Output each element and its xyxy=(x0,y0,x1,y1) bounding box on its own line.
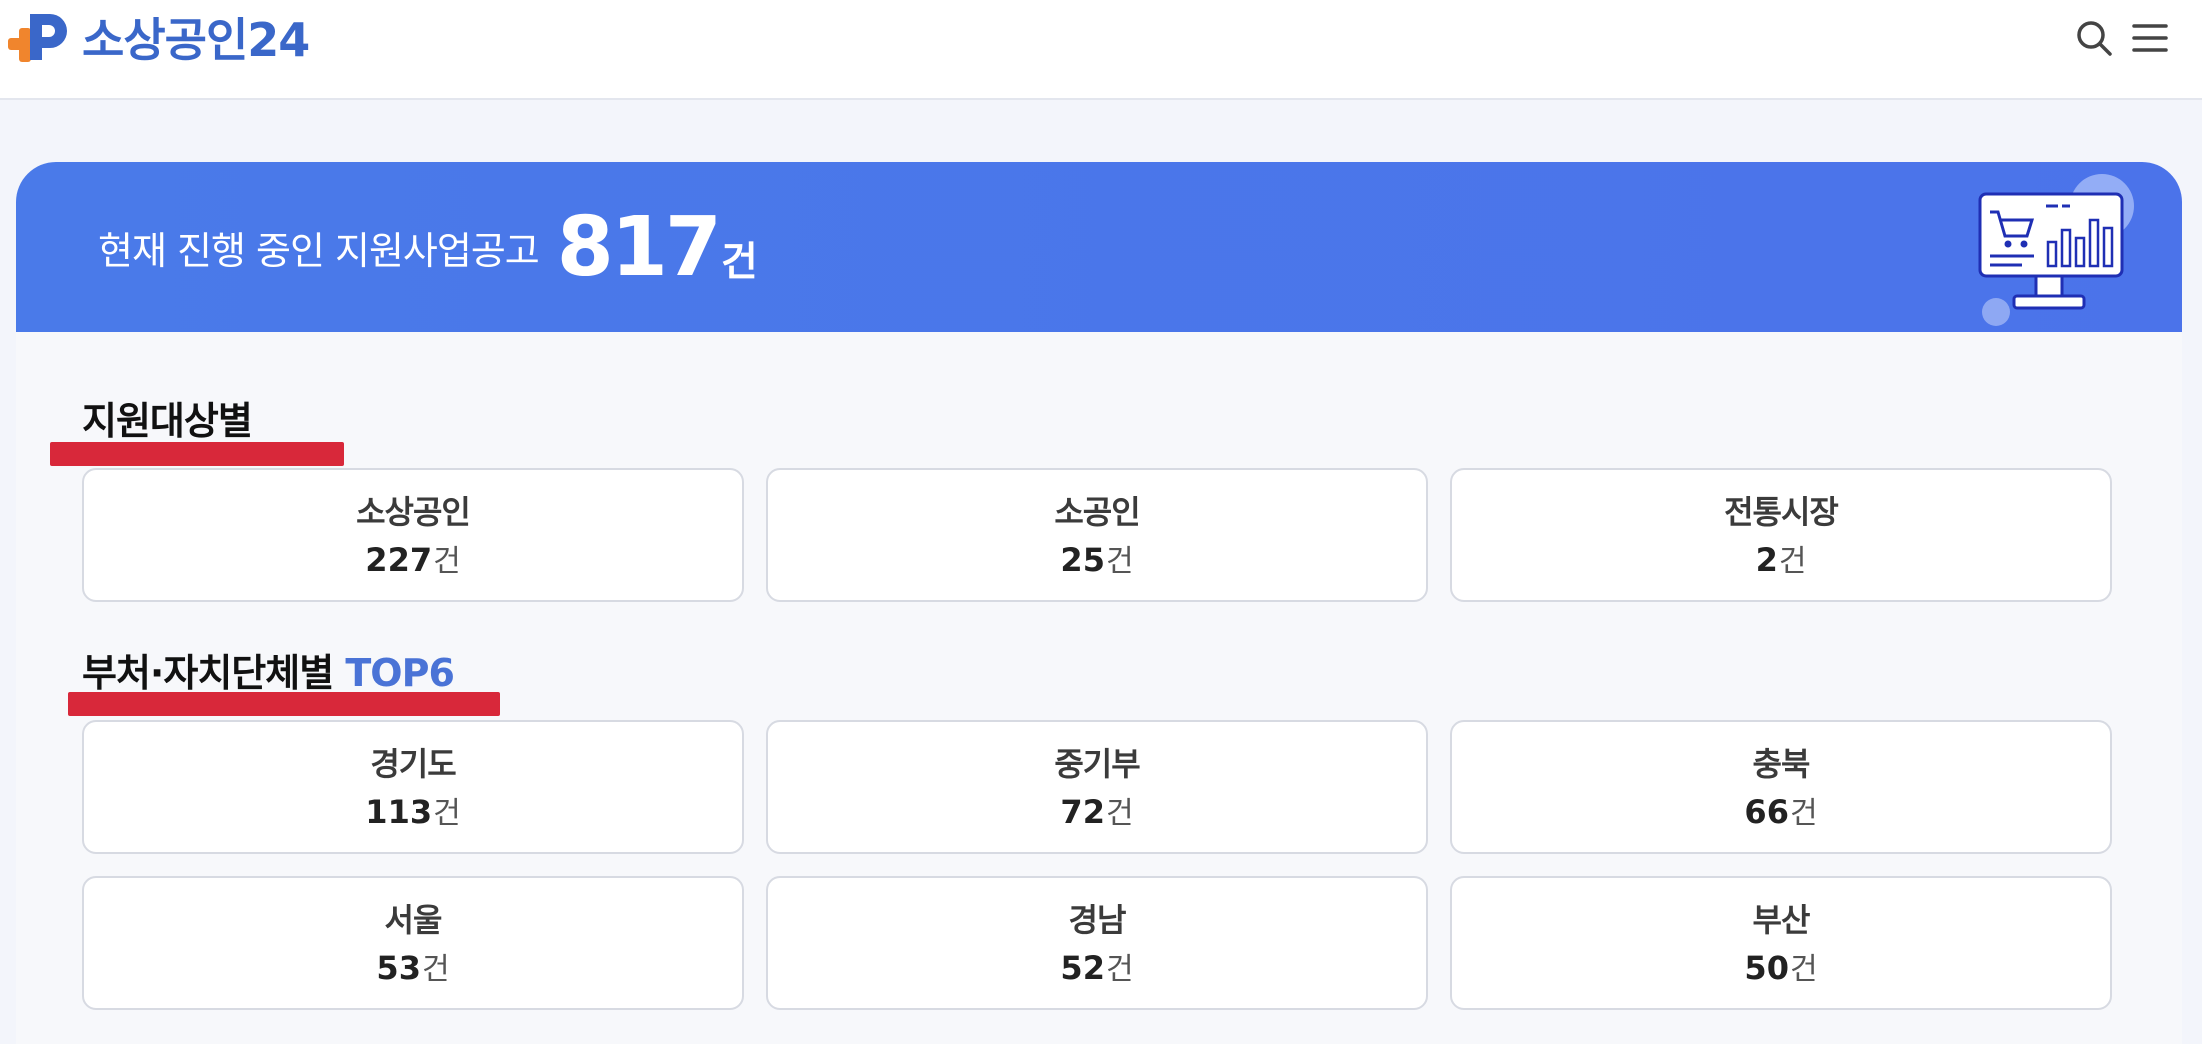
card-count-number: 53 xyxy=(376,949,421,987)
card-count-number: 50 xyxy=(1744,949,1789,987)
section-title-target: 지원대상별 xyxy=(82,390,253,445)
menu-icon[interactable] xyxy=(2130,18,2170,58)
card-count-number: 52 xyxy=(1060,949,1105,987)
card-count: 2 건 xyxy=(1756,540,1807,582)
card-label: 경남 xyxy=(1068,901,1127,939)
card-count-unit: 건 xyxy=(1105,952,1134,987)
card-count-number: 227 xyxy=(365,541,433,579)
card-count: 25 건 xyxy=(1060,540,1133,582)
card-count: 66 건 xyxy=(1744,792,1817,834)
card-count-number: 2 xyxy=(1755,541,1778,579)
section-title-agency-top6: 부처·자치단체별 TOP6 xyxy=(82,642,455,697)
card-count-unit: 건 xyxy=(433,796,461,831)
card-count: 113 건 xyxy=(365,792,460,834)
card-count-unit: 건 xyxy=(1789,952,1818,987)
card-count-unit: 건 xyxy=(433,544,461,579)
card-count-unit: 건 xyxy=(421,952,450,987)
target-card-small-manufacturer[interactable]: 소공인 25 건 xyxy=(766,468,1428,602)
target-card-traditional-market[interactable]: 전통시장 2 건 xyxy=(1450,468,2112,602)
banner-text: 현재 진행 중인 지원사업공고 817 건 xyxy=(98,162,758,332)
target-card-soho[interactable]: 소상공인 227 건 xyxy=(82,468,744,602)
logo-mark-icon xyxy=(8,8,80,72)
card-count: 53 건 xyxy=(376,948,449,990)
card-label: 경기도 xyxy=(370,745,456,783)
card-label: 소상공인 xyxy=(356,493,471,531)
monitor-chart-cart-icon xyxy=(1974,172,2144,327)
search-icon[interactable] xyxy=(2074,18,2114,58)
logo[interactable]: 소상공인24 xyxy=(8,8,310,72)
banner-count: 817 xyxy=(556,199,722,295)
card-count-number: 25 xyxy=(1060,541,1105,579)
support-summary-panel: 현재 진행 중인 지원사업공고 817 건 지원대상별 소상공인 227 건 소… xyxy=(16,162,2182,1044)
agency-card-busan[interactable]: 부산 50 건 xyxy=(1450,876,2112,1010)
agency-card-seoul[interactable]: 서울 53 건 xyxy=(82,876,744,1010)
card-count-unit: 건 xyxy=(1105,796,1134,831)
logo-text: 소상공인24 xyxy=(82,13,310,67)
agency-card-gyeonggi[interactable]: 경기도 113 건 xyxy=(82,720,744,854)
card-count-number: 72 xyxy=(1060,793,1105,831)
card-count: 227 건 xyxy=(365,540,460,582)
card-label: 중기부 xyxy=(1054,745,1140,783)
section-title-text: 부처·자치단체별 xyxy=(82,651,346,695)
card-count: 50 건 xyxy=(1744,948,1817,990)
top-header: 소상공인24 xyxy=(0,0,2202,100)
banner-label: 현재 진행 중인 지원사업공고 xyxy=(98,228,540,273)
card-count-number: 113 xyxy=(365,793,433,831)
banner[interactable]: 현재 진행 중인 지원사업공고 817 건 xyxy=(16,162,2182,332)
section-title-text: 지원대상별 xyxy=(82,399,253,443)
agency-card-chungbuk[interactable]: 충북 66 건 xyxy=(1450,720,2112,854)
card-count: 72 건 xyxy=(1060,792,1133,834)
card-label: 전통시장 xyxy=(1724,493,1839,531)
card-count: 52 건 xyxy=(1060,948,1133,990)
card-label: 부산 xyxy=(1752,901,1811,939)
section-underline xyxy=(50,442,344,466)
card-label: 소공인 xyxy=(1054,493,1140,531)
card-count-unit: 건 xyxy=(1778,544,1807,579)
card-label: 충북 xyxy=(1752,745,1811,783)
card-count-unit: 건 xyxy=(1105,544,1134,579)
card-count-number: 66 xyxy=(1744,793,1789,831)
card-count-unit: 건 xyxy=(1789,796,1818,831)
section-title-accent: TOP6 xyxy=(345,651,455,695)
banner-unit: 건 xyxy=(720,239,758,285)
agency-card-gyeongnam[interactable]: 경남 52 건 xyxy=(766,876,1428,1010)
card-label: 서울 xyxy=(384,901,443,939)
agency-card-mss[interactable]: 중기부 72 건 xyxy=(766,720,1428,854)
